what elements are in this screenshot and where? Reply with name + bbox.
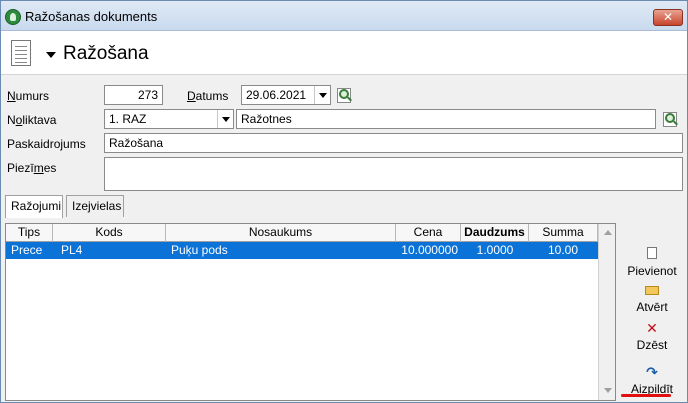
open-button[interactable]: Atvērt (619, 279, 685, 321)
open-button-label: Atvērt (636, 300, 668, 314)
column-header-daudzums[interactable]: Daudzums (461, 224, 529, 242)
datums-dropdown-button[interactable] (314, 86, 330, 104)
new-page-icon (647, 247, 657, 259)
cell-summa: 10.00 (547, 243, 578, 257)
numurs-label: Numurs (7, 89, 50, 103)
document-icon (11, 40, 31, 66)
chevron-down-icon[interactable] (46, 52, 56, 58)
datums-label: Datums (187, 89, 229, 103)
window-title: Ražošanas dokuments (25, 9, 158, 24)
noliktava-label: Noliktava (7, 113, 57, 127)
table-header: Tips Kods Nosaukums Cena Daudzums Summa (6, 224, 598, 242)
piezimes-label-rest: es (43, 161, 57, 175)
column-header-summa[interactable]: Summa (529, 224, 598, 242)
cell-kods: PL4 (61, 243, 83, 257)
paskaidrojums-field[interactable]: Ražošana (104, 133, 683, 153)
document-header: Ražošana (1, 31, 687, 75)
noliktava-dropdown-button[interactable] (217, 110, 233, 128)
tab-izejvielas[interactable]: Izejvielas (66, 195, 124, 217)
highlight-underline (621, 394, 671, 397)
cell-tips: Prece (11, 243, 43, 257)
products-table: Tips Kods Nosaukums Cena Daudzums Summa … (5, 223, 616, 401)
cell-nosaukums: Puķu pods (171, 243, 228, 257)
lookup-icon[interactable] (663, 112, 679, 128)
app-logo-icon (5, 9, 21, 25)
piezimes-field[interactable] (104, 157, 683, 191)
delete-x-icon: ✕ (646, 320, 658, 336)
piezimes-label: Piezīmes (7, 161, 57, 175)
delete-button[interactable]: ✕ Dzēst (619, 317, 685, 359)
piezimes-label-a: Piezī (7, 161, 34, 175)
refresh-fill-icon: ↷ (646, 364, 658, 380)
column-header-tips[interactable]: Tips (6, 224, 53, 242)
cell-cena: 10.000000 (401, 243, 458, 257)
noliktava-name-field[interactable]: Ražotnes (236, 109, 656, 129)
table-scrollbar[interactable] (598, 224, 615, 400)
noliktava-code-select[interactable]: 1. RAZ (104, 109, 234, 129)
close-button[interactable]: ✕ (653, 9, 683, 26)
paskaidrojums-label: Paskaidrojums (7, 137, 86, 151)
datums-label-rest: atums (195, 89, 229, 103)
column-header-nosaukums[interactable]: Nosaukums (166, 224, 396, 242)
cell-daudzums: 1.0000 (476, 243, 514, 257)
lookup-icon[interactable] (337, 88, 353, 104)
production-document-window: Ražošanas dokuments ✕ Ražošana Numurs 27… (0, 0, 688, 403)
scroll-up-icon[interactable] (600, 225, 615, 240)
numurs-label-rest: umurs (15, 89, 50, 103)
column-header-cena[interactable]: Cena (396, 224, 461, 242)
noliktava-label-a: N (7, 113, 16, 127)
tab-razojumi[interactable]: Ražojumi (5, 195, 63, 218)
title-bar: Ražošanas dokuments ✕ (1, 1, 687, 31)
numurs-field[interactable]: 273 (104, 85, 163, 105)
folder-open-icon (645, 286, 659, 295)
column-header-kods[interactable]: Kods (53, 224, 166, 242)
noliktava-label-rest: liktava (22, 113, 57, 127)
scroll-down-icon[interactable] (600, 383, 615, 398)
add-button-label: Pievienot (627, 264, 677, 278)
delete-button-label: Dzēst (636, 338, 668, 352)
page-title: Ražošana (63, 43, 149, 64)
table-row[interactable]: Prece PL4 Puķu pods 10.000000 1.0000 10.… (6, 242, 598, 259)
